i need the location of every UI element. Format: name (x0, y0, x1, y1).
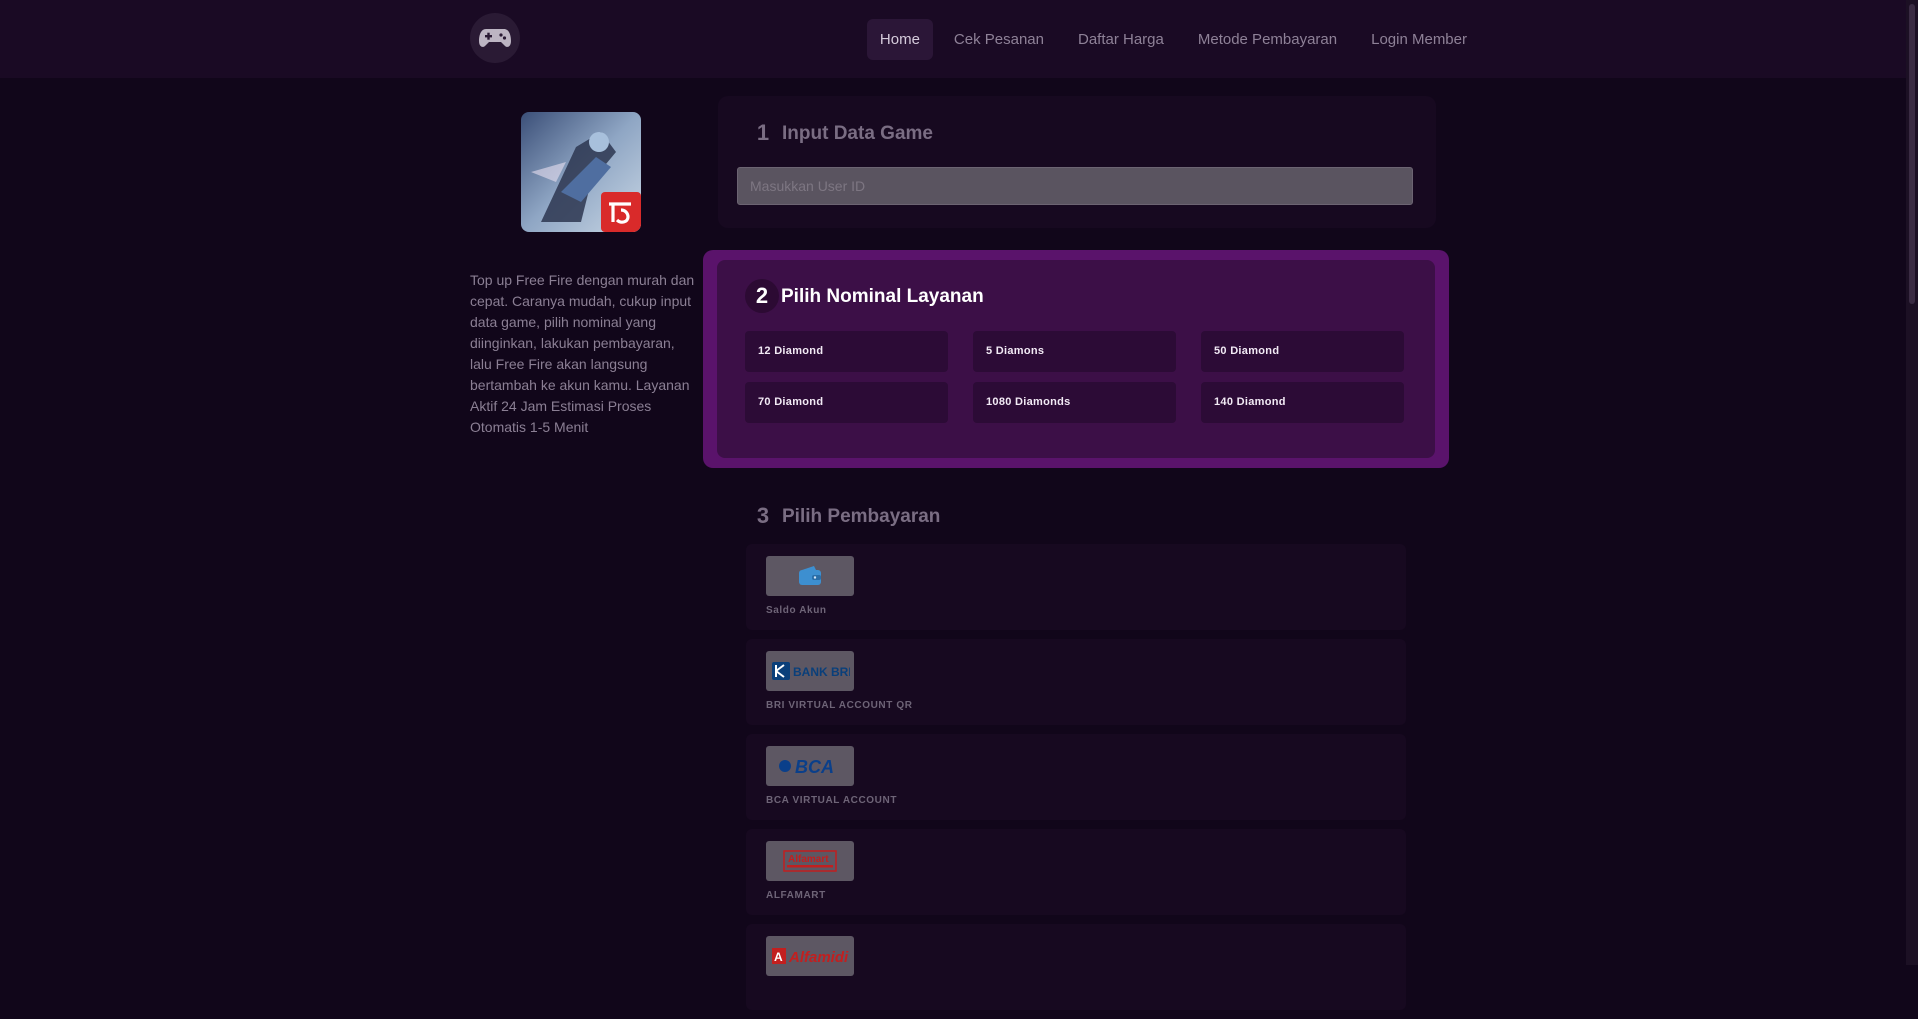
step-title: Pilih Nominal Layanan (781, 286, 984, 307)
bca-logo: BCA (766, 746, 854, 786)
payment-method-alfamidi[interactable]: A Alfamidi (746, 924, 1406, 1010)
wallet-icon (766, 556, 854, 596)
svg-text:BCA: BCA (795, 757, 834, 777)
payment-method-alfamart[interactable]: Alfamart ALFAMART (746, 829, 1406, 915)
payment-method-bri[interactable]: BANK BRI BRI VIRTUAL ACCOUNT QR (746, 639, 1406, 725)
step-number: 3 (756, 503, 770, 528)
step-pilih-nominal: 2 Pilih Nominal Layanan 12 Diamond 5 Dia… (717, 260, 1435, 458)
nominal-option[interactable]: 70 Diamond (745, 382, 948, 423)
game-cover-image (521, 112, 641, 232)
nav-cek-pesanan[interactable]: Cek Pesanan (941, 19, 1057, 60)
payment-label: Saldo Akun (766, 605, 827, 616)
game-description: Top up Free Fire dengan murah dan cepat.… (470, 272, 695, 435)
nominal-option[interactable]: 1080 Diamonds (973, 382, 1176, 423)
main-nav: Home Cek Pesanan Daftar Harga Metode Pem… (859, 19, 1480, 60)
nominal-option[interactable]: 5 Diamons (973, 331, 1176, 372)
step-pilih-pembayaran: 3 Pilih Pembayaran Saldo Akun BANK BRI B… (718, 486, 1436, 1010)
bank-bri-logo: BANK BRI (766, 651, 854, 691)
nav-metode-pembayaran[interactable]: Metode Pembayaran (1185, 19, 1350, 60)
payment-method-saldo-akun[interactable]: Saldo Akun (746, 544, 1406, 630)
alfamart-logo: Alfamart (766, 841, 854, 881)
gamepad-icon (479, 29, 511, 47)
step-title: Input Data Game (782, 123, 933, 144)
page-scrollbar[interactable] (1906, 0, 1918, 965)
step-number: 1 (756, 120, 770, 145)
step-input-data-game: 1 Input Data Game Masukkan User ID (718, 96, 1436, 228)
nominal-option[interactable]: 50 Diamond (1201, 331, 1404, 372)
svg-text:Alfamidi: Alfamidi (788, 949, 849, 966)
top-navbar: Home Cek Pesanan Daftar Harga Metode Pem… (0, 0, 1906, 78)
payment-label: BRI VIRTUAL ACCOUNT QR (766, 700, 913, 711)
step-number: 2 (745, 279, 779, 313)
scrollbar-thumb[interactable] (1909, 4, 1915, 304)
alfamidi-logo: A Alfamidi (766, 936, 854, 976)
step-title: Pilih Pembayaran (782, 506, 941, 527)
svg-text:BANK BRI: BANK BRI (793, 665, 850, 679)
svg-text:A: A (774, 950, 783, 964)
payment-label: ALFAMART (766, 890, 826, 901)
nominal-option[interactable]: 12 Diamond (745, 331, 948, 372)
nav-daftar-harga[interactable]: Daftar Harga (1065, 19, 1177, 60)
user-id-input[interactable]: Masukkan User ID (737, 167, 1413, 205)
nominal-grid: 12 Diamond 5 Diamons 50 Diamond 70 Diamo… (745, 331, 1404, 423)
nominal-option[interactable]: 140 Diamond (1201, 382, 1404, 423)
free-fire-game-cover (521, 112, 641, 232)
payment-method-list: Saldo Akun BANK BRI BRI VIRTUAL ACCOUNT … (746, 544, 1406, 1019)
nav-login-member[interactable]: Login Member (1358, 19, 1480, 60)
step-pilih-nominal-highlight: 2 Pilih Nominal Layanan 12 Diamond 5 Dia… (703, 250, 1449, 468)
payment-method-bca[interactable]: BCA BCA VIRTUAL ACCOUNT (746, 734, 1406, 820)
site-logo[interactable] (470, 13, 520, 63)
nav-home[interactable]: Home (866, 19, 933, 60)
payment-label: BCA VIRTUAL ACCOUNT (766, 795, 898, 806)
svg-text:Alfamart: Alfamart (788, 854, 829, 865)
